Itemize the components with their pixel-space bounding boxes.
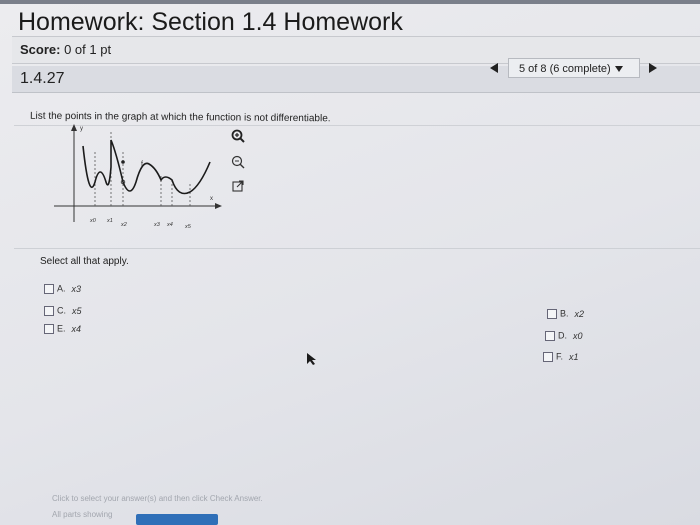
x-axis-arrow-icon [215,203,222,209]
next-question-icon[interactable] [649,63,657,73]
function-curve [82,139,211,195]
check-answer-button[interactable] [136,514,218,525]
tick-label-x4: x4 [166,222,173,228]
function-label: f [141,161,143,168]
zoom-out-icon[interactable] [230,154,246,170]
y-axis-arrow-icon [71,124,77,131]
function-graph: y x f x0 x1 x2 x3 x4 x5 [54,124,222,230]
checkbox[interactable] [543,351,553,362]
top-rule [0,0,700,4]
tick-label-x2: x2 [120,222,127,228]
guide-lines [94,132,191,206]
parts-status: All parts showing [52,510,113,519]
tick-label-x3: x3 [153,222,161,228]
score-text: Score: 0 of 1 pt [20,42,112,57]
answer-option-d[interactable]: D. x0 [545,330,583,341]
y-axis-label: y [80,126,83,132]
checkbox[interactable] [44,323,54,334]
answer-option-e[interactable]: E. x4 [44,323,81,334]
mouse-cursor-icon [307,353,316,365]
divider [14,248,700,249]
caret-down-icon [614,66,623,73]
instruction-text: Select all that apply. [40,256,129,267]
tick-label-x1: x1 [106,218,113,224]
previous-question-icon[interactable] [490,63,498,73]
checkbox[interactable] [547,308,557,319]
popout-icon[interactable] [230,178,246,194]
answer-option-c[interactable]: C. x5 [44,305,82,316]
checkbox[interactable] [545,330,555,341]
checkbox[interactable] [44,305,54,316]
answer-option-a[interactable]: A. x3 [44,283,81,294]
answer-option-f[interactable]: F. x1 [543,351,579,362]
question-selector[interactable]: 5 of 8 (6 complete) [508,58,640,78]
x-axis-label: x [210,196,213,202]
question-number: 1.4.27 [20,70,65,87]
checkbox[interactable] [44,283,54,294]
question-navigation: 5 of 8 (6 complete) [486,58,666,80]
filled-point-marker [121,160,125,164]
zoom-in-icon[interactable] [230,128,246,144]
page-title: Homework: Section 1.4 Homework [18,8,403,36]
answer-option-b[interactable]: B. x2 [547,308,584,319]
tick-label-x0: x0 [89,218,97,224]
help-text: Click to select your answer(s) and then … [52,494,263,503]
tick-label-x5: x5 [184,224,192,230]
